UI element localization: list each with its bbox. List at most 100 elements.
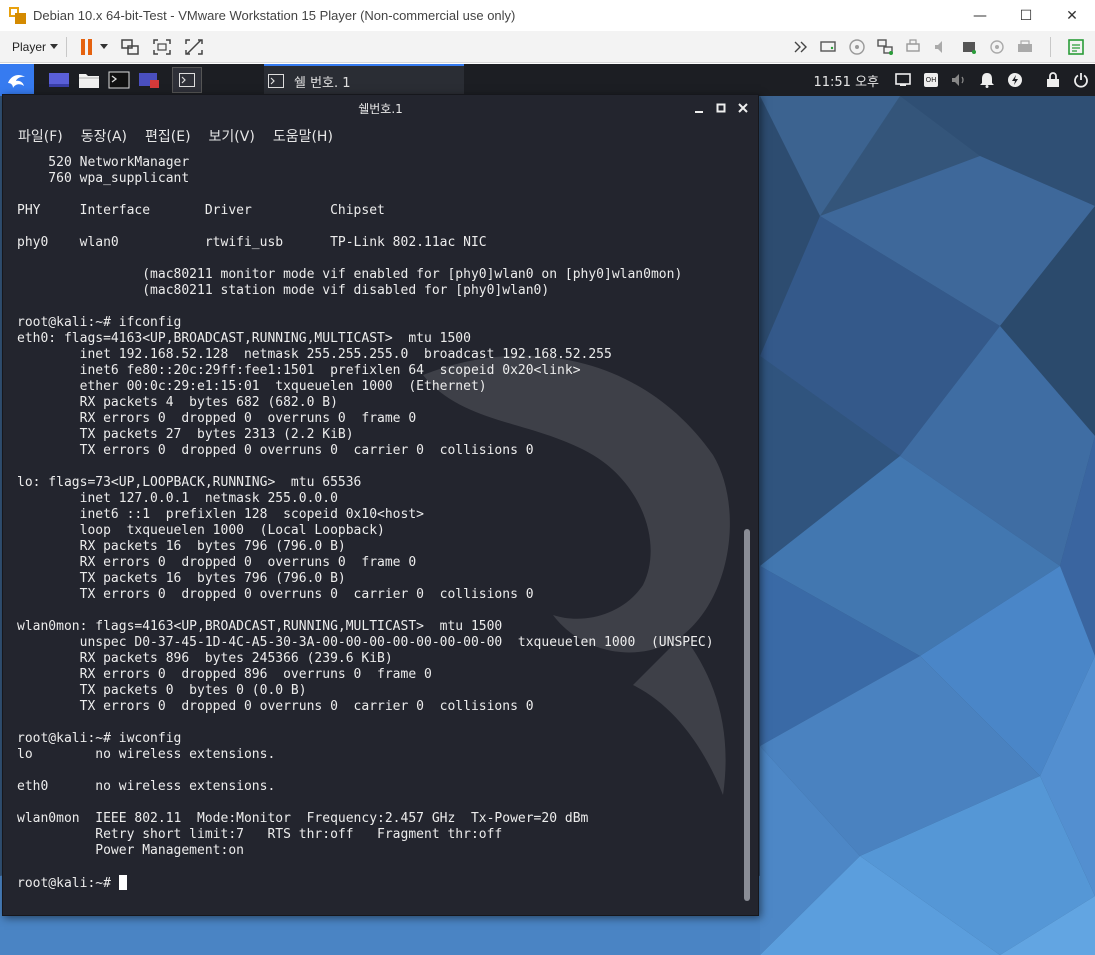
cd-dvd-icon[interactable]	[846, 36, 868, 58]
terminal-line: TX errors 0 dropped 0 overruns 0 carrier…	[17, 443, 534, 458]
guest-desktop: 쉘 번호. 1 11:51 오후 OH 쉘번호.1 파일(F) 동장(A) 편집…	[0, 64, 1095, 955]
panel-separator	[1029, 64, 1039, 96]
terminal-line: 520 NetworkManager	[17, 155, 190, 170]
expand-devices-icon[interactable]	[790, 36, 812, 58]
close-button[interactable]: ✕	[1049, 0, 1095, 31]
unity-mode-icon[interactable]	[184, 38, 204, 56]
terminal-line: ether 00:0c:29:e1:15:01 txqueuelen 1000 …	[17, 379, 487, 394]
terminal-line: RX packets 896 bytes 245366 (239.6 KiB)	[17, 651, 393, 666]
volume-icon[interactable]	[945, 64, 973, 96]
fullscreen-icon[interactable]	[152, 38, 172, 56]
logout-icon[interactable]	[1067, 64, 1095, 96]
panel-separator	[34, 64, 44, 96]
taskbar-item-terminal[interactable]: 쉘 번호. 1	[264, 64, 464, 96]
terminal-line: unspec D0-37-45-1D-4C-A5-30-3A-00-00-00-…	[17, 635, 714, 650]
terminal-line: TX errors 0 dropped 0 overruns 0 carrier…	[17, 699, 534, 714]
printer-icon[interactable]	[902, 36, 924, 58]
keyboard-layout-label: OH	[923, 73, 939, 87]
player-label: Player	[12, 39, 47, 54]
menu-file[interactable]: 파일(F)	[9, 126, 72, 146]
terminal-line: PHY Interface Driver Chipset	[17, 203, 385, 218]
keyboard-layout-badge[interactable]: OH	[917, 64, 945, 96]
terminal-line: TX packets 27 bytes 2313 (2.2 KiB)	[17, 427, 354, 442]
terminal-line: inet 127.0.0.1 netmask 255.0.0.0	[17, 491, 338, 506]
hard-disk-icon[interactable]	[818, 36, 840, 58]
terminal-line: TX packets 0 bytes 0 (0.0 B)	[17, 683, 307, 698]
terminal-line: RX errors 0 dropped 0 overruns 0 frame 0	[17, 555, 417, 570]
notifications-icon[interactable]	[973, 64, 1001, 96]
toolbar-divider	[66, 36, 68, 57]
terminal-line: eth0 no wireless extensions.	[17, 779, 276, 794]
terminal-maximize-button[interactable]	[712, 99, 730, 117]
terminal-icon	[179, 73, 195, 87]
message-log-icon[interactable]	[1065, 36, 1087, 58]
terminal-line: (mac80211 monitor mode vif enabled for […	[17, 267, 683, 282]
terminal-output[interactable]: 520 NetworkManager 760 wpa_supplicant PHY…	[17, 155, 737, 915]
terminal-line: eth0: flags=4163<UP,BROADCAST,RUNNING,MU…	[17, 331, 471, 346]
terminal-menubar: 파일(F) 동장(A) 편집(E) 보기(V) 도움말(H)	[9, 123, 342, 149]
menu-view[interactable]: 보기(V)	[200, 126, 264, 146]
terminal-line: lo no wireless extensions.	[17, 747, 276, 762]
send-ctrl-alt-del-icon[interactable]	[120, 38, 140, 56]
browser-launcher-icon[interactable]	[134, 64, 164, 96]
window-title: Debian 10.x 64-bit-Test - VMware Worksta…	[33, 8, 516, 23]
terminal-line: Retry short limit:7 RTS thr:off Fragment…	[17, 827, 503, 842]
terminal-line: TX errors 0 dropped 0 overruns 0 carrier…	[17, 587, 534, 602]
taskbar-item-label: 쉘 번호. 1	[294, 75, 351, 91]
terminal-line: RX errors 0 dropped 0 overruns 0 frame 0	[17, 411, 417, 426]
camera-icon[interactable]	[986, 36, 1008, 58]
sound-card-icon[interactable]	[930, 36, 952, 58]
terminal-title: 쉘번호.1	[358, 101, 403, 116]
terminal-icon	[268, 74, 284, 88]
usb-device-icon[interactable]	[958, 36, 980, 58]
panel-separator	[164, 64, 172, 96]
vmware-titlebar: Debian 10.x 64-bit-Test - VMware Worksta…	[0, 0, 1095, 31]
lock-icon[interactable]	[1039, 64, 1067, 96]
terminal-minimize-button[interactable]	[690, 99, 708, 117]
terminal-launcher-icon[interactable]	[104, 64, 134, 96]
terminal-close-button[interactable]	[734, 99, 752, 117]
pause-icon[interactable]	[81, 38, 93, 55]
removable-drive-icon[interactable]	[1014, 36, 1036, 58]
terminal-line: lo: flags=73<UP,LOOPBACK,RUNNING> mtu 65…	[17, 475, 362, 490]
terminal-line: loop txqueuelen 1000 (Local Loopback)	[17, 523, 385, 538]
minimize-button[interactable]: —	[957, 0, 1003, 31]
terminal-scrollbar[interactable]	[744, 151, 750, 911]
workspace-switcher[interactable]	[172, 67, 202, 93]
terminal-line: root@kali:~# iwconfig	[17, 731, 182, 746]
vmware-logo-icon	[9, 6, 27, 25]
clock[interactable]: 11:51 오후	[813, 71, 879, 90]
screen-icon[interactable]	[889, 64, 917, 96]
terminal-line: phy0 wlan0 rtwifi_usb TP-Link 802.11ac N…	[17, 235, 487, 250]
scrollbar-thumb[interactable]	[744, 529, 750, 901]
terminal-window[interactable]: 쉘번호.1 파일(F) 동장(A) 편집(E) 보기(V) 도움말(H) 520…	[2, 94, 759, 916]
network-adapter-icon[interactable]	[874, 36, 896, 58]
terminal-line: RX packets 4 bytes 682 (682.0 B)	[17, 395, 338, 410]
terminal-line: root@kali:~#	[17, 875, 737, 891]
power-manager-icon[interactable]	[1001, 64, 1029, 96]
kali-menu-button[interactable]	[0, 64, 34, 96]
terminal-line: Power Management:on	[17, 843, 244, 858]
chevron-down-icon[interactable]	[100, 43, 109, 50]
menu-edit[interactable]: 편집(E)	[136, 126, 200, 146]
terminal-line: TX packets 16 bytes 796 (796.0 B)	[17, 571, 346, 586]
terminal-line: (mac80211 station mode vif disabled for …	[17, 283, 550, 298]
terminal-line: RX errors 0 dropped 896 overruns 0 frame…	[17, 667, 432, 682]
player-menu-button[interactable]: Player	[12, 39, 59, 54]
terminal-line: 760 wpa_supplicant	[17, 171, 190, 186]
file-manager-icon[interactable]	[74, 64, 104, 96]
kali-top-panel: 쉘 번호. 1 11:51 오후 OH	[0, 64, 1095, 96]
menu-actions[interactable]: 동장(A)	[72, 126, 136, 146]
menu-help[interactable]: 도움말(H)	[264, 126, 342, 146]
maximize-button[interactable]: ☐	[1003, 0, 1049, 31]
terminal-line: inet6 fe80::20c:29ff:fee1:1501 prefixlen…	[17, 363, 581, 378]
show-desktop-icon[interactable]	[44, 64, 74, 96]
terminal-line: RX packets 16 bytes 796 (796.0 B)	[17, 539, 346, 554]
terminal-line: wlan0mon IEEE 802.11 Mode:Monitor Freque…	[17, 811, 589, 826]
